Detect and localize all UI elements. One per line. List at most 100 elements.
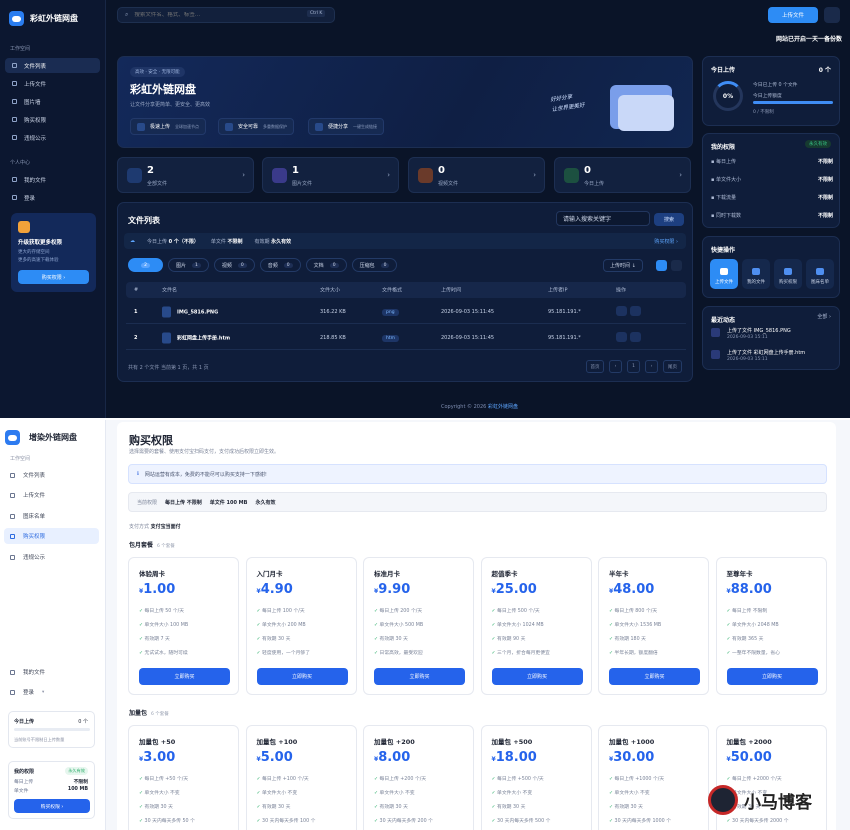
sidebar-item-label: 违规公示 bbox=[24, 135, 47, 142]
sidebar-item-upload[interactable]: 上传文件 bbox=[5, 76, 100, 91]
tab-archives[interactable]: 压缩包 0 bbox=[351, 258, 398, 272]
upgrade-desc: 更多的高速下载体验 bbox=[18, 258, 59, 263]
sidebar-item-files[interactable]: 文件列表 bbox=[4, 467, 99, 483]
page-next[interactable]: › bbox=[645, 360, 658, 373]
plan-feature: 单文件大小 1536 MB bbox=[609, 621, 662, 628]
plan-feature: 有效期 180 天 bbox=[609, 635, 646, 642]
panel-title: 今日上传 bbox=[711, 67, 736, 74]
sidebar-item-my-files[interactable]: 我的文件 bbox=[5, 172, 100, 187]
gavel-icon bbox=[12, 135, 17, 140]
upgrade-title: 升级获取更多权限 bbox=[18, 240, 63, 246]
plan-card: 入门月卡 ¥4.90 每日上传 100 个/天单文件大小 200 MB 有效期 30 … bbox=[245, 557, 357, 695]
group-addon: 加量包 6 个套餐 bbox=[129, 710, 169, 717]
sidebar: 彩虹外链网盘 工作空间 文件列表 上传文件 图片墙 购买权限 违规公示 个人中心… bbox=[0, 0, 106, 418]
tab-images[interactable]: 图片 1 bbox=[168, 258, 209, 272]
sort-select[interactable]: 上传时间 ↓ bbox=[603, 259, 643, 272]
buy-permission-link[interactable]: 购买权限 › bbox=[654, 238, 678, 245]
page-prev[interactable]: ‹ bbox=[609, 360, 622, 373]
page-first[interactable]: 首页 bbox=[586, 360, 604, 373]
sidebar-item-violations[interactable]: 违规公示 bbox=[5, 130, 100, 145]
search-bar[interactable]: ⌕ bbox=[117, 7, 335, 23]
sidebar-item-my-files[interactable]: 我的文件 bbox=[4, 664, 99, 680]
view-all-link[interactable]: 全部 › bbox=[817, 313, 831, 320]
sidebar-item-violations[interactable]: 违规公示 bbox=[4, 549, 99, 565]
file-search-input[interactable]: 请输入搜索关键字 bbox=[556, 211, 650, 226]
plan-feature: 有效期 30 天 bbox=[257, 635, 290, 642]
table-row[interactable]: 1 IMG_5816.PNG 316.22 KB png 2026-09-03 … bbox=[126, 300, 686, 324]
plan-feature: 日常高效，最受欢迎 bbox=[374, 649, 423, 656]
plan-feature: 30 天内每天多传 1000 个 bbox=[609, 817, 671, 824]
buy-now-button[interactable]: 立即购买 bbox=[139, 668, 230, 685]
current-permission: 当前权限 每日上传 不限制 单文件 100 MB 永久有效 bbox=[128, 492, 827, 512]
page-subtitle: 选择需要的套餐、使用支付宝扫码支付，支付成功后权限立即生效。 bbox=[129, 449, 280, 455]
plan-price: ¥4.90 bbox=[256, 582, 293, 597]
stat-all-files[interactable]: 2 全部文件 › bbox=[117, 157, 254, 193]
plan-feature: 半年长期，额度翻倍 bbox=[609, 649, 658, 656]
files-icon bbox=[127, 168, 142, 183]
cloud-icon: ☁ bbox=[130, 238, 135, 244]
tab-all[interactable]: 2 bbox=[128, 258, 163, 272]
sidebar-item-gallery[interactable]: 图床名单 bbox=[4, 508, 99, 524]
list-view-icon[interactable] bbox=[656, 260, 667, 271]
buy-now-button[interactable]: 立即购买 bbox=[609, 668, 700, 685]
sidebar-item-login[interactable]: 登录 ▾ bbox=[4, 684, 99, 700]
stat-videos[interactable]: 0 视频文件 › bbox=[408, 157, 545, 193]
stat-images[interactable]: 1 图片文件 › bbox=[262, 157, 399, 193]
sidebar-item-files[interactable]: 文件列表 bbox=[5, 58, 100, 73]
sidebar-item-buy[interactable]: 购买权限 bbox=[4, 528, 99, 544]
sidebar-item-upload[interactable]: 上传文件 bbox=[4, 487, 99, 503]
buy-permission-button[interactable]: 购买权限 › bbox=[14, 799, 90, 813]
view-icon[interactable] bbox=[630, 331, 641, 342]
logo[interactable]: 增染外链网盘 bbox=[5, 430, 77, 445]
plan-name: 加量包 +1000 bbox=[609, 738, 655, 746]
plan-feature: 每日上传 不限制 bbox=[727, 607, 767, 614]
quick-buy[interactable]: 购买权限 bbox=[774, 259, 802, 289]
upgrade-desc: 更大的存储空间 bbox=[18, 250, 50, 255]
buy-now-button[interactable]: 立即购买 bbox=[726, 668, 818, 685]
upload-button[interactable]: 上传文件 bbox=[768, 7, 818, 23]
page-last[interactable]: 尾页 bbox=[663, 360, 682, 373]
sidebar-item-gallery[interactable]: 图片墙 bbox=[5, 94, 100, 109]
download-icon[interactable] bbox=[616, 331, 627, 342]
file-search-button[interactable]: 搜索 bbox=[654, 213, 684, 226]
upload-icon bbox=[720, 268, 728, 275]
sidebar-item-buy[interactable]: 购买权限 bbox=[5, 112, 100, 127]
upgrade-button[interactable]: 购买权限 › bbox=[18, 270, 89, 284]
sidebar-item-label: 上传文件 bbox=[24, 81, 47, 88]
download-icon[interactable] bbox=[616, 305, 627, 316]
tab-docs[interactable]: 文档 0 bbox=[305, 258, 347, 272]
buy-now-button[interactable]: 立即购买 bbox=[491, 668, 583, 685]
quick-gallery[interactable]: 图床名单 bbox=[806, 259, 834, 289]
grid-view-icon[interactable] bbox=[671, 260, 682, 271]
tab-videos[interactable]: 视频 0 bbox=[213, 258, 255, 272]
plan-feature: 每日上传 500 个/天 bbox=[492, 607, 540, 614]
sidebar-item-login[interactable]: 登录 bbox=[5, 190, 100, 205]
plan-name: 超值季卡 bbox=[491, 570, 518, 578]
copyright-link[interactable]: 彩虹外链网盘 bbox=[488, 404, 518, 410]
feature-share: 便捷分享 一键生成链接 bbox=[308, 118, 385, 135]
addon-card: 加量包 +500 ¥18.00 每日上传 +500 个/天单文件大小 不变有效期 3… bbox=[480, 725, 592, 830]
stat-today[interactable]: 0 今日上传 › bbox=[554, 157, 691, 193]
plan-price: ¥30.00 bbox=[609, 750, 655, 765]
tab-audio[interactable]: 音频 0 bbox=[259, 258, 301, 272]
quick-upload[interactable]: 上传文件 bbox=[710, 259, 738, 289]
view-icon[interactable] bbox=[630, 305, 641, 316]
buy-now-button[interactable]: 立即购买 bbox=[374, 668, 465, 685]
group-monthly: 包月套餐 6 个套餐 bbox=[129, 542, 175, 549]
plan-feature: 单文件大小 不变 bbox=[609, 789, 650, 796]
menu-button[interactable] bbox=[824, 7, 840, 23]
plan-feature: 每日上传 +200 个/天 bbox=[374, 775, 427, 782]
plan-card: 体验周卡 ¥1.00 每日上传 50 个/天单文件大小 100 MB 有效期 7 天无… bbox=[128, 557, 239, 695]
sidebar-item-label: 购买权限 bbox=[24, 117, 47, 124]
sidebar-section-title: 工作空间 bbox=[10, 46, 31, 52]
buy-now-button[interactable]: 立即购买 bbox=[256, 668, 348, 685]
folder-illustration bbox=[618, 95, 674, 131]
quick-my-files[interactable]: 我的文件 bbox=[742, 259, 770, 289]
search-input[interactable] bbox=[134, 12, 295, 18]
horse-logo-icon bbox=[708, 785, 738, 815]
plan-feature: 单文件大小 不变 bbox=[139, 789, 180, 796]
file-list-title: 文件列表 bbox=[128, 216, 160, 225]
page-1[interactable]: 1 bbox=[627, 360, 640, 373]
logo[interactable]: 彩虹外链网盘 bbox=[9, 11, 78, 26]
table-row[interactable]: 2 彩虹网盘上传手册.htm 218.85 KB htm 2026-09-03 … bbox=[126, 326, 686, 350]
